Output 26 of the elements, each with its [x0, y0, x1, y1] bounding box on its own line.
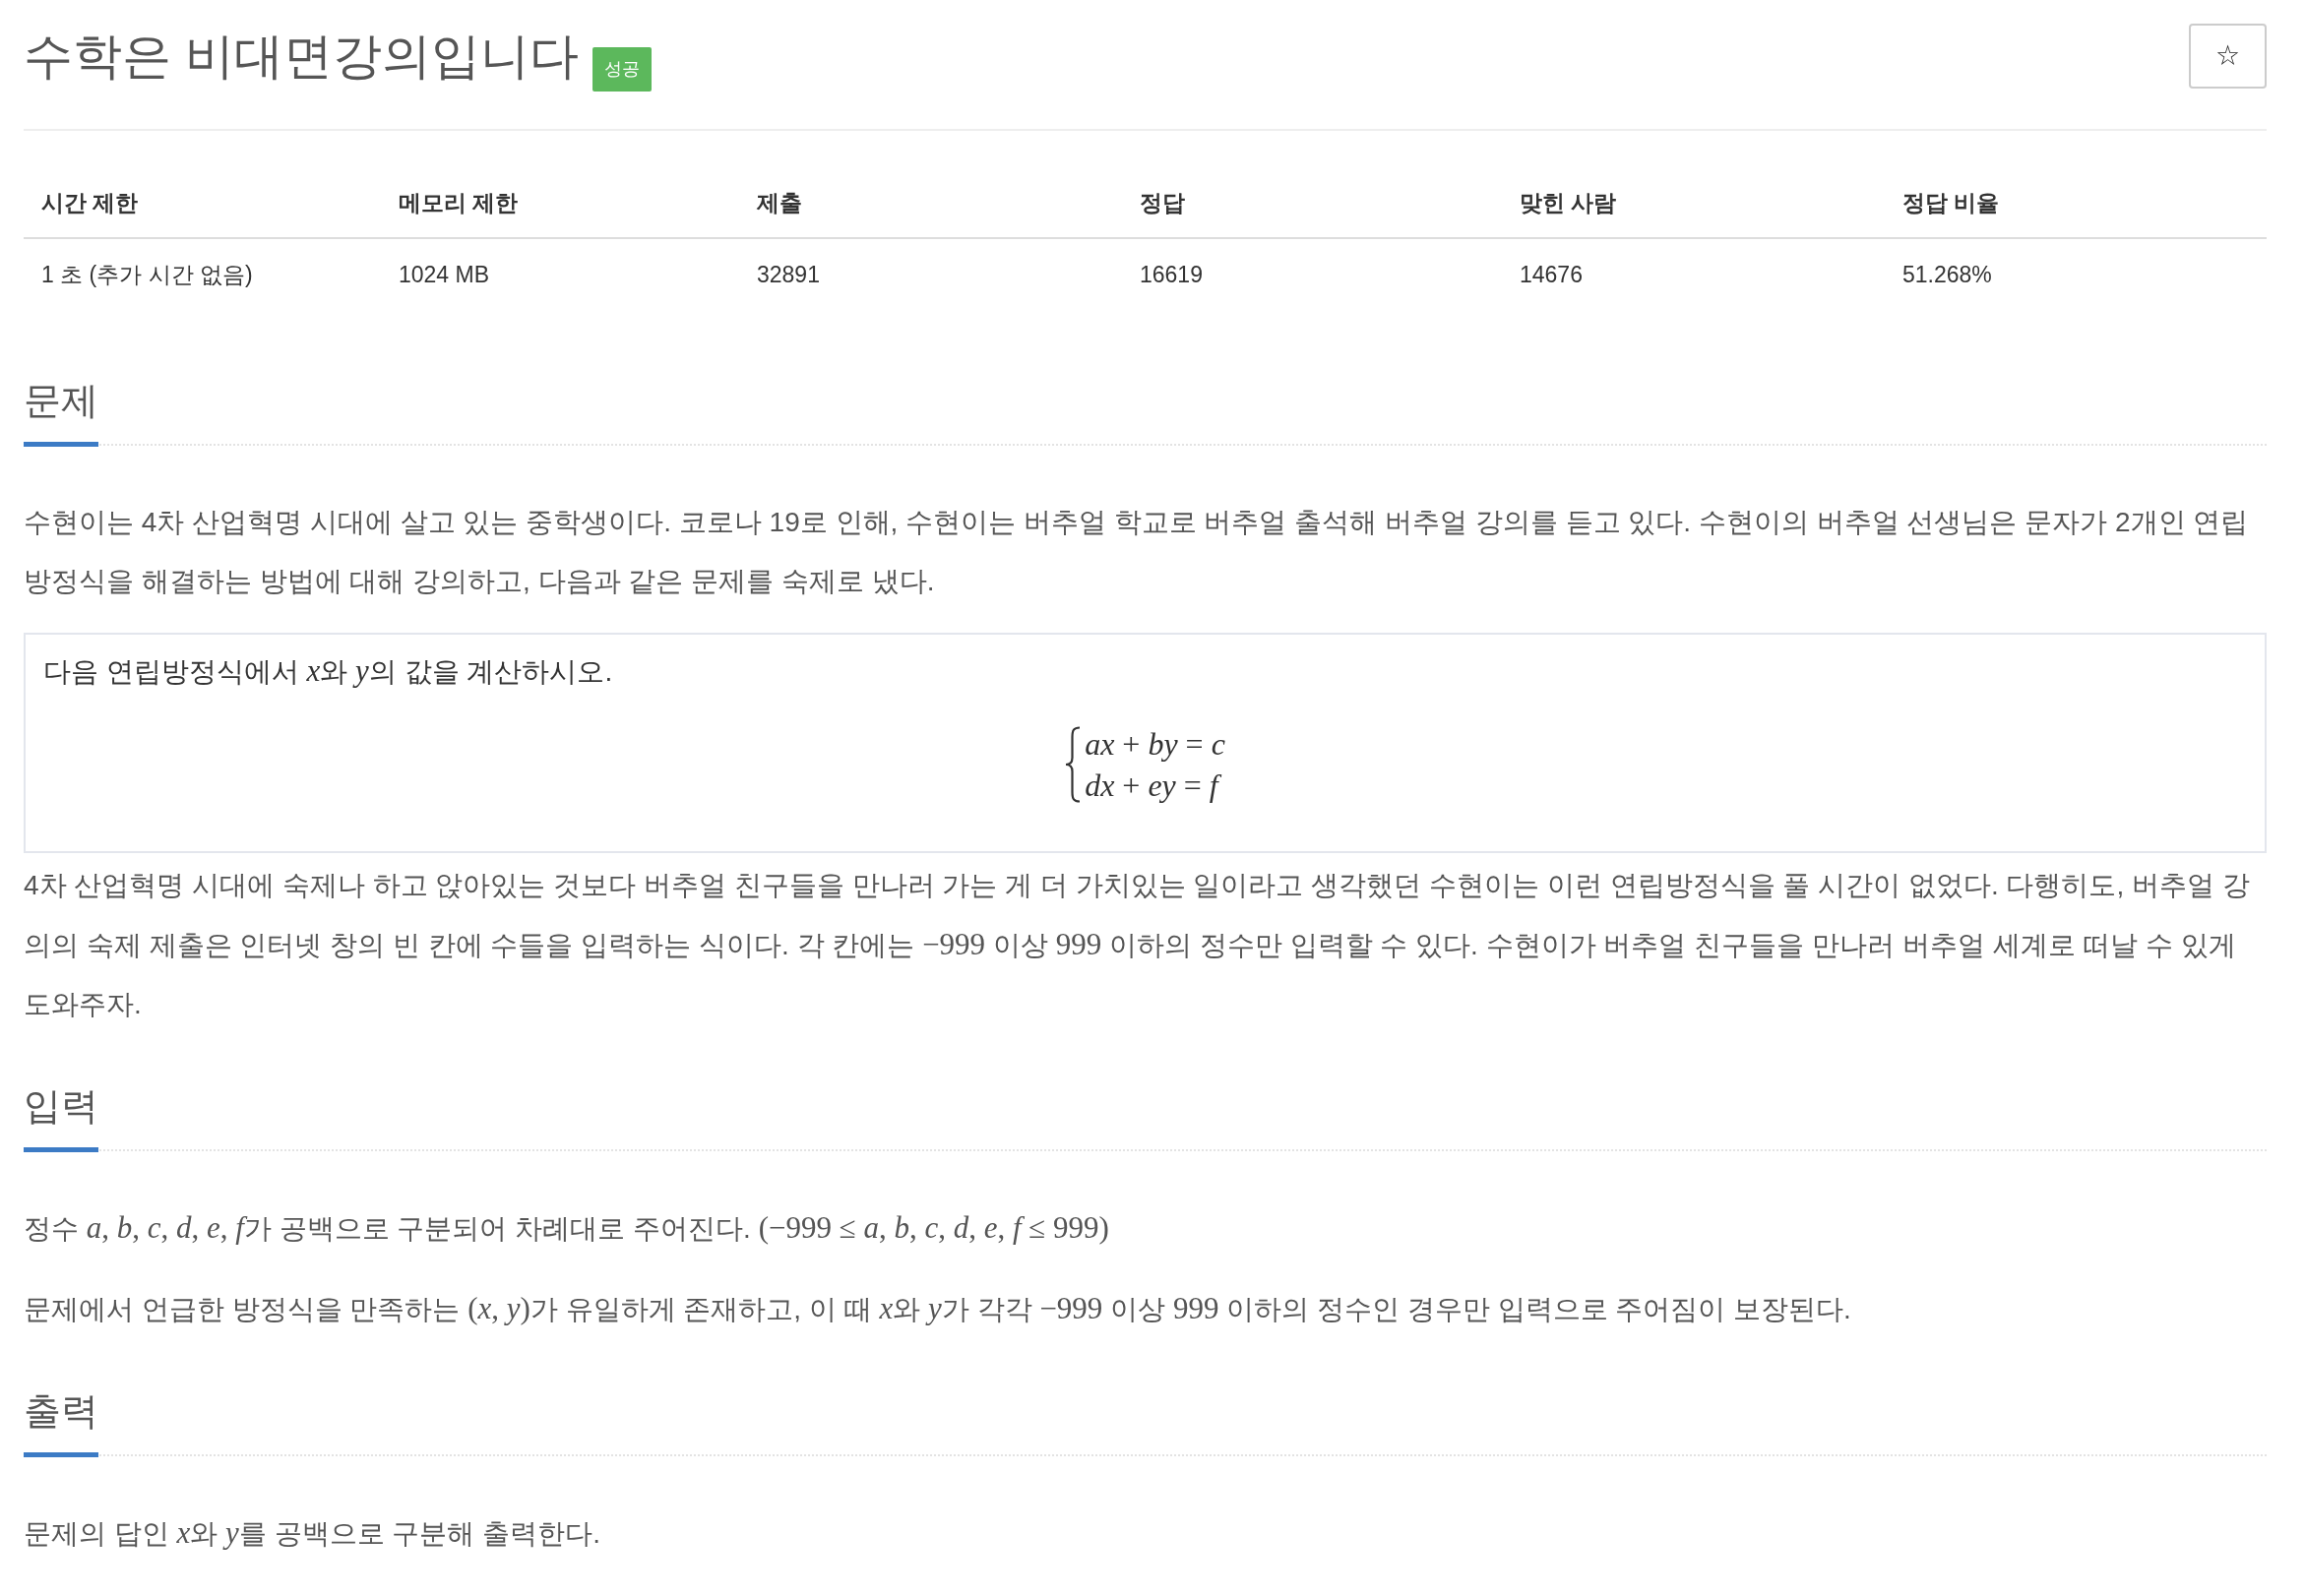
- table-cell-text: 51.268%: [1901, 260, 1993, 289]
- column-header: 제출: [739, 168, 1122, 239]
- column-header: 맞힌 사람: [1502, 168, 1885, 239]
- paragraph-text: 수현이는 4차 산업혁명 시대에 살고 있는 중학생이다. 코로나 19로 인해, 수현이는 버추얼 학교로 버추얼 출석해 버추얼 강의를 듣고 있다. 수현이의 버추얼 선생님은 문자가 2개인 연립방정식을 해결하는 방법에 대해 강의하고, 다음과 같은 문제를 숙제로 냈다.: [24, 506, 2250, 598]
- table-cell-text: 32891: [756, 260, 821, 289]
- column-header: 정답: [1122, 168, 1502, 239]
- star-button[interactable]: ☆: [2189, 24, 2267, 89]
- table-cell-text: 16619: [1139, 260, 1204, 289]
- box-text: 다음 연립방정식에서 x와 y의 값을 계산하시오.: [43, 652, 614, 690]
- math-equation: ax + by = c: [1085, 725, 1225, 764]
- section-heading: 문제: [24, 378, 98, 447]
- paragraph-text: 문제의 답인 x와 y를 공백으로 구분해 출력한다.: [24, 1514, 601, 1552]
- column-header: 정답 비율: [1885, 168, 2267, 239]
- section-heading: 출력: [24, 1388, 98, 1457]
- paragraph-text: 4차 산업혁명 시대에 숙제나 하고 앉아있는 것보다 버추얼 친구들을 만나러 가는 게 더 가치있는 일이라고 생각했던 수현이는 이런 연립방정식을 풀 시간이 없었다. 다행히도, 버추얼 강의의 숙제 제출은 인터넷 창의 빈 칸에 수들을 입력하는 식이다. 각 칸에는 −999 이상 999 이하의 정수만 입력할 수 있다. 수현이가 버추얼 친구들을 만나러 버추얼 세계로 떠날 수 있게 도와주자.: [24, 869, 2251, 1021]
- table-cell-text: 14676: [1519, 260, 1584, 289]
- paragraph-text: 정수 a, b, c, d, e, f가 공백으로 구분되어 차례대로 주어진다. (−999 ≤ a, b, c, d, e, f ≤ 999): [24, 1209, 1110, 1247]
- paragraph-text: 문제에서 언급한 방정식을 만족하는 (x, y)가 유일하게 존재하고, 이 때 x와 y가 각각 −999 이상 999 이하의 정수인 경우만 입력으로 주어짐이 보장된다.: [24, 1290, 1852, 1327]
- column-header: 메모리 제한: [381, 168, 739, 239]
- curly-brace-icon: [1065, 726, 1082, 803]
- column-header: 시간 제한: [24, 168, 381, 239]
- problem-title: 수학은 비대면강의입니다: [24, 28, 579, 86]
- table-cell-text: 1 초 (추가 시간 없음): [40, 260, 254, 289]
- table-cell-text: 1024 MB: [398, 260, 491, 289]
- section-heading: 입력: [24, 1083, 98, 1152]
- status-badge: 성공: [592, 47, 652, 92]
